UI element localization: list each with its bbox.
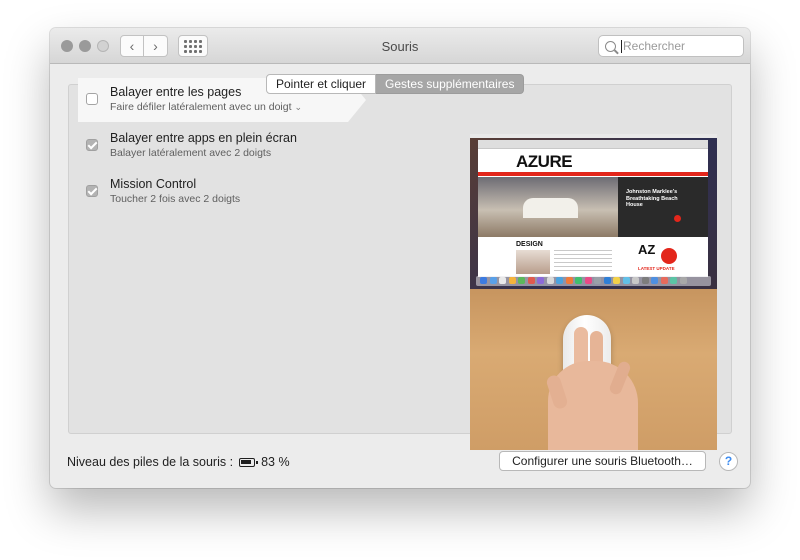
tab-pointer-et-cliquer[interactable]: Pointer et cliquer [266,74,377,94]
gesture-description: Balayer latéralement avec 2 doigts [110,147,272,159]
gesture-checkbox[interactable] [86,185,98,197]
preview-section-label: DESIGN [516,241,543,248]
battery-percent: 83 % [261,455,290,469]
gesture-description: Toucher 2 fois avec 2 doigts [110,193,241,205]
preview-side-label: LATEST UPDATE [638,266,675,271]
preview-site-logo: AZURE [516,152,573,171]
battery-icon [239,457,259,467]
battery-label: Niveau des piles de la souris : [67,455,234,469]
preview-desk [470,289,717,450]
gesture-checkbox[interactable] [86,139,98,151]
preview-screen: AZURE Johnston Marklee's Breathtaking Be… [470,134,717,289]
gesture-preview-video: AZURE Johnston Marklee's Breathtaking Be… [470,134,717,450]
gesture-description-dropdown[interactable]: Faire défiler latéralement avec un doigt… [110,101,302,113]
search-field[interactable] [598,35,744,57]
preferences-window: ‹ › Souris Pointer et cliquer Gestes sup… [50,28,750,488]
gesture-row-mission-control[interactable]: Mission Control Toucher 2 fois avec 2 do… [78,170,348,214]
gesture-title: Mission Control [110,177,197,191]
preview-side-logo: AZ [638,242,656,257]
gesture-title: Balayer entre apps en plein écran [110,131,297,145]
gesture-row-balayer-apps[interactable]: Balayer entre apps en plein écran Balaye… [78,124,348,168]
gesture-description: Faire défiler latéralement avec un doigt [110,101,292,113]
search-icon [605,40,616,52]
chevron-down-icon: ⌄ [294,102,303,112]
setup-bluetooth-mouse-button[interactable]: Configurer une souris Bluetooth… [499,451,706,471]
battery-level: Niveau des piles de la souris : 83 % [67,455,290,469]
gesture-title: Balayer entre les pages [110,85,242,99]
title-bar: ‹ › Souris [50,28,750,64]
search-input[interactable] [623,39,733,53]
preview-browser-window: AZURE Johnston Marklee's Breathtaking Be… [478,140,708,277]
help-button[interactable]: ? [719,452,738,471]
gesture-checkbox[interactable] [86,93,98,105]
tab-bar: Pointer et cliquer Gestes supplémentaire… [266,74,525,94]
tab-gestes-supplementaires[interactable]: Gestes supplémentaires [376,74,525,94]
preview-headline: Johnston Marklee's Breathtaking Beach Ho… [626,189,678,208]
text-caret [621,39,622,53]
